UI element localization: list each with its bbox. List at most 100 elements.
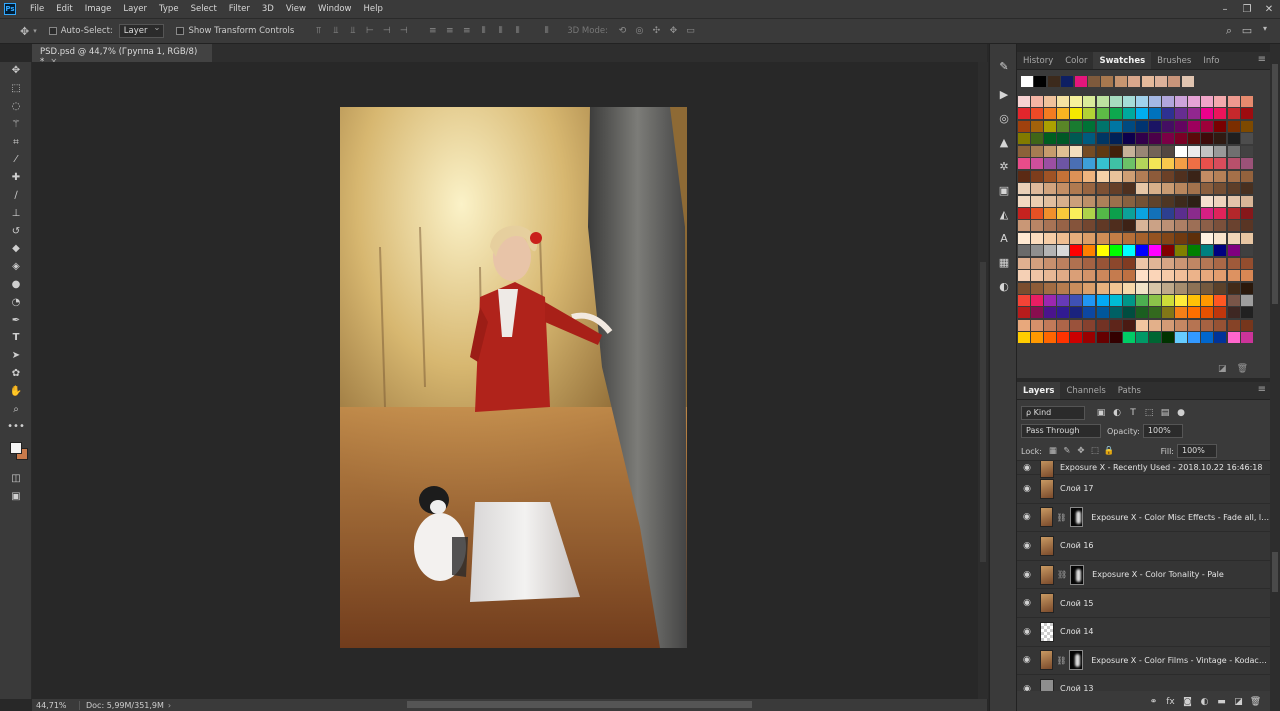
zoom-tool-icon[interactable]: ⌕ [0, 400, 32, 418]
swatch[interactable] [1057, 245, 1070, 257]
filter-adjustment-icon[interactable]: ◐ [1109, 408, 1125, 418]
edit-toolbar-icon[interactable]: ••• [0, 418, 32, 436]
tab-swatches[interactable]: Swatches [1093, 52, 1152, 69]
swatch[interactable] [1109, 295, 1122, 306]
panels-scrollbar[interactable] [1270, 44, 1280, 711]
paint-bucket-tool-icon[interactable]: ◈ [0, 258, 32, 276]
layer-mask-thumbnail[interactable] [1069, 650, 1084, 671]
swatch[interactable] [1122, 133, 1135, 145]
layer-row[interactable]: ◉ Exposure X - Recently Used - 2018.10.22… [1017, 461, 1270, 478]
swatch[interactable] [1083, 257, 1096, 269]
layer-name[interactable]: Слой 17 [1060, 484, 1094, 493]
type-tool-icon[interactable]: T [0, 329, 32, 347]
align-left-icon[interactable]: ⊢ [362, 24, 377, 38]
swatch[interactable] [1148, 307, 1161, 319]
recent-swatch[interactable] [1061, 76, 1074, 87]
swatch[interactable] [1018, 295, 1030, 306]
align-bottom-icon[interactable]: ⫫ [345, 24, 360, 38]
blur-tool-icon[interactable]: ● [0, 276, 32, 294]
swatch[interactable] [1162, 96, 1175, 107]
swatch[interactable] [1109, 282, 1122, 294]
swatch[interactable] [1057, 120, 1070, 132]
swatch[interactable] [1240, 170, 1253, 182]
distribute-bottom-icon[interactable]: ≡ [459, 24, 474, 38]
swatch[interactable] [1148, 220, 1161, 232]
swatch[interactable] [1031, 108, 1044, 120]
swatch[interactable] [1083, 245, 1096, 257]
swatch[interactable] [1135, 145, 1148, 157]
swatch[interactable] [1044, 332, 1057, 344]
swatch[interactable] [1122, 282, 1135, 294]
canvas-area[interactable] [32, 62, 978, 699]
menu-window[interactable]: Window [312, 4, 358, 14]
swatch[interactable] [1070, 257, 1083, 269]
swatch[interactable] [1135, 170, 1148, 182]
distribute-right-icon[interactable]: ⦀ [510, 24, 525, 38]
swatch[interactable] [1175, 220, 1188, 232]
swatch[interactable] [1109, 220, 1122, 232]
minimize-icon[interactable]: – [1214, 0, 1236, 18]
swatch[interactable] [1162, 232, 1175, 244]
swatch[interactable] [1175, 232, 1188, 244]
move-tool-icon[interactable]: ✥ [20, 25, 29, 38]
swatch[interactable] [1018, 307, 1030, 319]
quick-mask-icon[interactable]: ◫ [0, 470, 32, 488]
layer-row[interactable]: ◉ Слой 15 [1017, 589, 1270, 618]
swatch[interactable] [1057, 195, 1070, 207]
layer-thumbnail[interactable] [1040, 621, 1054, 642]
swatch[interactable] [1188, 183, 1201, 195]
swatch[interactable] [1096, 207, 1109, 219]
swatch[interactable] [1096, 96, 1109, 107]
3d-orbit-icon[interactable]: ⟲ [615, 24, 630, 38]
swatch[interactable] [1240, 257, 1253, 269]
swatch[interactable] [1057, 220, 1070, 232]
swatch[interactable] [1240, 245, 1253, 257]
swatch[interactable] [1109, 245, 1122, 257]
swatch[interactable] [1031, 145, 1044, 157]
swatch[interactable] [1083, 295, 1096, 306]
layer-row[interactable]: ◉ Слой 14 [1017, 618, 1270, 647]
swatch[interactable] [1227, 183, 1240, 195]
tab-layers[interactable]: Layers [1017, 382, 1061, 399]
swatch[interactable] [1122, 207, 1135, 219]
swatch[interactable] [1070, 183, 1083, 195]
swatch[interactable] [1188, 270, 1201, 282]
swatch[interactable] [1109, 145, 1122, 157]
swatch[interactable] [1070, 170, 1083, 182]
swatch[interactable] [1135, 158, 1148, 170]
swatch[interactable] [1083, 133, 1096, 145]
swatch[interactable] [1083, 108, 1096, 120]
swatch[interactable] [1227, 120, 1240, 132]
menu-type[interactable]: Type [153, 4, 185, 14]
swatch[interactable] [1214, 332, 1227, 344]
swatch[interactable] [1227, 257, 1240, 269]
opacity-field[interactable]: 100% [1142, 424, 1183, 438]
layer-name[interactable]: Слой 14 [1060, 627, 1094, 636]
swatch[interactable] [1122, 183, 1135, 195]
swatch[interactable] [1240, 270, 1253, 282]
swatch[interactable] [1031, 170, 1044, 182]
swatch[interactable] [1188, 207, 1201, 219]
swatch[interactable] [1018, 257, 1030, 269]
swatch[interactable] [1240, 295, 1253, 306]
swatch[interactable] [1096, 170, 1109, 182]
swatch[interactable] [1031, 133, 1044, 145]
swatch[interactable] [1201, 319, 1214, 331]
swatch[interactable] [1201, 295, 1214, 306]
swatch[interactable] [1175, 207, 1188, 219]
swatch[interactable] [1214, 96, 1227, 107]
layer-thumbnail[interactable] [1040, 678, 1054, 691]
layer-thumbnail[interactable] [1040, 535, 1054, 556]
swatch[interactable] [1201, 195, 1214, 207]
swatch[interactable] [1122, 96, 1135, 107]
swatch[interactable] [1175, 257, 1188, 269]
swatch[interactable] [1240, 133, 1253, 145]
swatch[interactable] [1122, 270, 1135, 282]
swatch[interactable] [1096, 120, 1109, 132]
swatch[interactable] [1227, 307, 1240, 319]
swatch[interactable] [1162, 270, 1175, 282]
swatch[interactable] [1135, 108, 1148, 120]
swatch[interactable] [1122, 245, 1135, 257]
swatch[interactable] [1201, 120, 1214, 132]
menu-edit[interactable]: Edit [50, 4, 78, 14]
